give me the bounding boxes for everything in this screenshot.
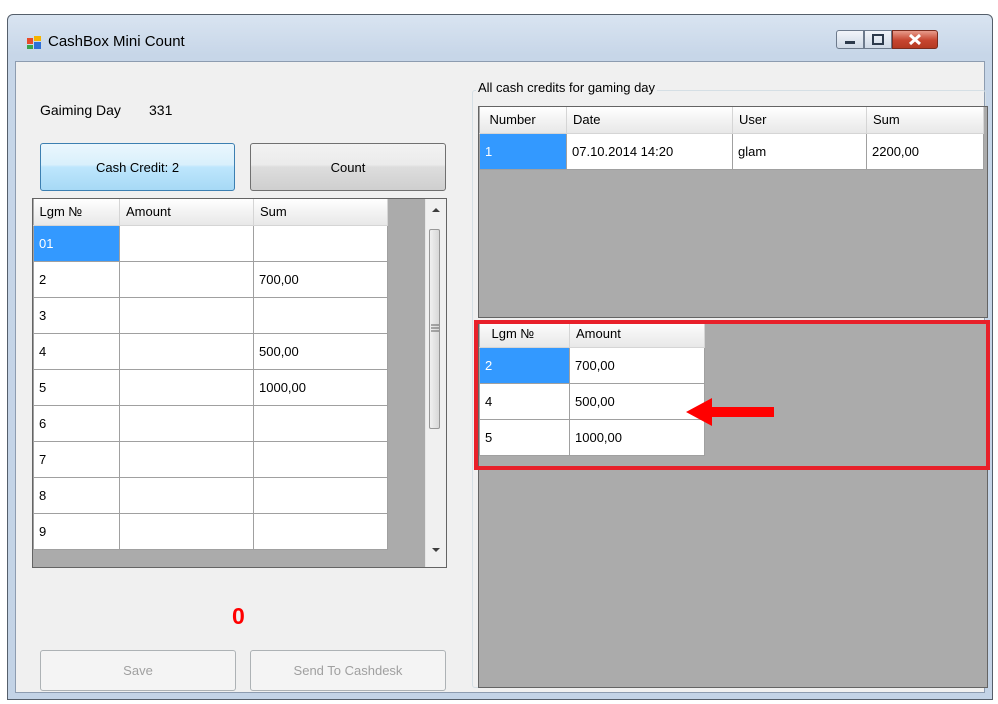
total-value: 0: [232, 603, 245, 629]
table-row[interactable]: 5 1000,00: [33, 368, 388, 406]
cash-credits-grid[interactable]: Number Date User Sum 1 07.10.2014 14:20 …: [478, 106, 988, 318]
scroll-up-icon[interactable]: [431, 206, 441, 214]
cell-number[interactable]: 1: [479, 132, 567, 170]
cell-sum[interactable]: 500,00: [253, 332, 388, 370]
cell-amount[interactable]: [119, 512, 254, 550]
scroll-down-icon[interactable]: [431, 546, 441, 554]
cell-lgm[interactable]: 2: [33, 260, 120, 298]
header-number[interactable]: Number: [479, 107, 567, 134]
cell-amount[interactable]: [119, 224, 254, 262]
cell-amount[interactable]: [119, 404, 254, 442]
header-user[interactable]: User: [732, 107, 867, 134]
close-button[interactable]: [892, 30, 938, 49]
highlight-box: [474, 320, 990, 470]
header-sum[interactable]: Sum: [866, 107, 984, 134]
header-sum[interactable]: Sum: [253, 199, 388, 226]
maximize-button[interactable]: [864, 30, 892, 49]
cell-lgm[interactable]: 8: [33, 476, 120, 514]
header-date[interactable]: Date: [566, 107, 733, 134]
cell-amount[interactable]: [119, 440, 254, 478]
table-row[interactable]: 3: [33, 296, 388, 334]
cell-lgm[interactable]: 4: [33, 332, 120, 370]
cell-amount[interactable]: [119, 332, 254, 370]
count-button[interactable]: Count: [250, 143, 446, 191]
window-title: CashBox Mini Count: [48, 33, 185, 50]
header-amount[interactable]: Amount: [119, 199, 254, 226]
table-row[interactable]: 7: [33, 440, 388, 478]
cell-sum[interactable]: [253, 512, 388, 550]
client-area: Gaiming Day 331 Cash Credit: 2 Count Lgm…: [15, 61, 990, 693]
count-label: Count: [330, 159, 366, 175]
maximize-icon: [872, 34, 884, 45]
cell-sum[interactable]: [253, 224, 388, 262]
minimize-icon: [845, 41, 855, 44]
cell-sum[interactable]: 2200,00: [866, 132, 984, 170]
cell-sum[interactable]: 700,00: [253, 260, 388, 298]
gaming-day-value: 331: [149, 102, 173, 118]
cell-sum[interactable]: 1000,00: [253, 368, 388, 406]
app-icon: [27, 36, 41, 49]
count-grid[interactable]: Lgm № Amount Sum 01 2 700,00 3 4 500,00 5 1…: [32, 198, 447, 568]
count-grid-scrollbar[interactable]: [425, 199, 446, 567]
header-lgm[interactable]: Lgm №: [33, 199, 120, 226]
cell-amount[interactable]: [119, 296, 254, 334]
cell-user[interactable]: glam: [732, 132, 867, 170]
table-row[interactable]: 4 500,00: [33, 332, 388, 370]
cell-lgm[interactable]: 9: [33, 512, 120, 550]
table-row[interactable]: 2 700,00: [33, 260, 388, 298]
save-button[interactable]: Save: [40, 650, 236, 691]
scroll-thumb[interactable]: [429, 229, 440, 429]
send-to-cashdesk-label: Send To Cashdesk: [293, 663, 403, 678]
save-label: Save: [123, 663, 153, 678]
cell-lgm[interactable]: 01: [33, 224, 120, 262]
cell-lgm[interactable]: 6: [33, 404, 120, 442]
minimize-button[interactable]: [836, 30, 864, 49]
count-table: Lgm № Amount Sum 01 2 700,00 3 4 500,00 5 1…: [33, 199, 388, 550]
table-row[interactable]: 8: [33, 476, 388, 514]
cell-sum[interactable]: [253, 296, 388, 334]
cash-credit-button[interactable]: Cash Credit: 2: [40, 143, 235, 191]
cell-sum[interactable]: [253, 440, 388, 478]
cell-amount[interactable]: [119, 260, 254, 298]
table-row[interactable]: 6: [33, 404, 388, 442]
app-window: CashBox Mini Count Gaiming Day 331 Cash …: [7, 14, 993, 700]
gaming-day-label: Gaiming Day: [40, 102, 121, 118]
cell-date[interactable]: 07.10.2014 14:20: [566, 132, 733, 170]
cell-lgm[interactable]: 3: [33, 296, 120, 334]
table-row[interactable]: 9: [33, 512, 388, 550]
send-to-cashdesk-button[interactable]: Send To Cashdesk: [250, 650, 446, 691]
cash-credits-table: Number Date User Sum 1 07.10.2014 14:20 …: [479, 107, 984, 170]
close-icon: [908, 33, 922, 46]
cell-lgm[interactable]: 7: [33, 440, 120, 478]
title-bar[interactable]: CashBox Mini Count: [8, 15, 992, 61]
red-arrow-icon: [686, 398, 774, 426]
cell-lgm[interactable]: 5: [33, 368, 120, 406]
cell-amount[interactable]: [119, 368, 254, 406]
cash-credits-group-title: All cash credits for gaming day: [476, 80, 658, 95]
cell-amount[interactable]: [119, 476, 254, 514]
table-row[interactable]: 01: [33, 224, 388, 262]
grip-icon: [431, 324, 439, 332]
cash-credit-label: Cash Credit: 2: [95, 159, 180, 175]
table-row[interactable]: 1 07.10.2014 14:20 glam 2200,00: [479, 132, 984, 170]
cell-sum[interactable]: [253, 404, 388, 442]
cell-sum[interactable]: [253, 476, 388, 514]
